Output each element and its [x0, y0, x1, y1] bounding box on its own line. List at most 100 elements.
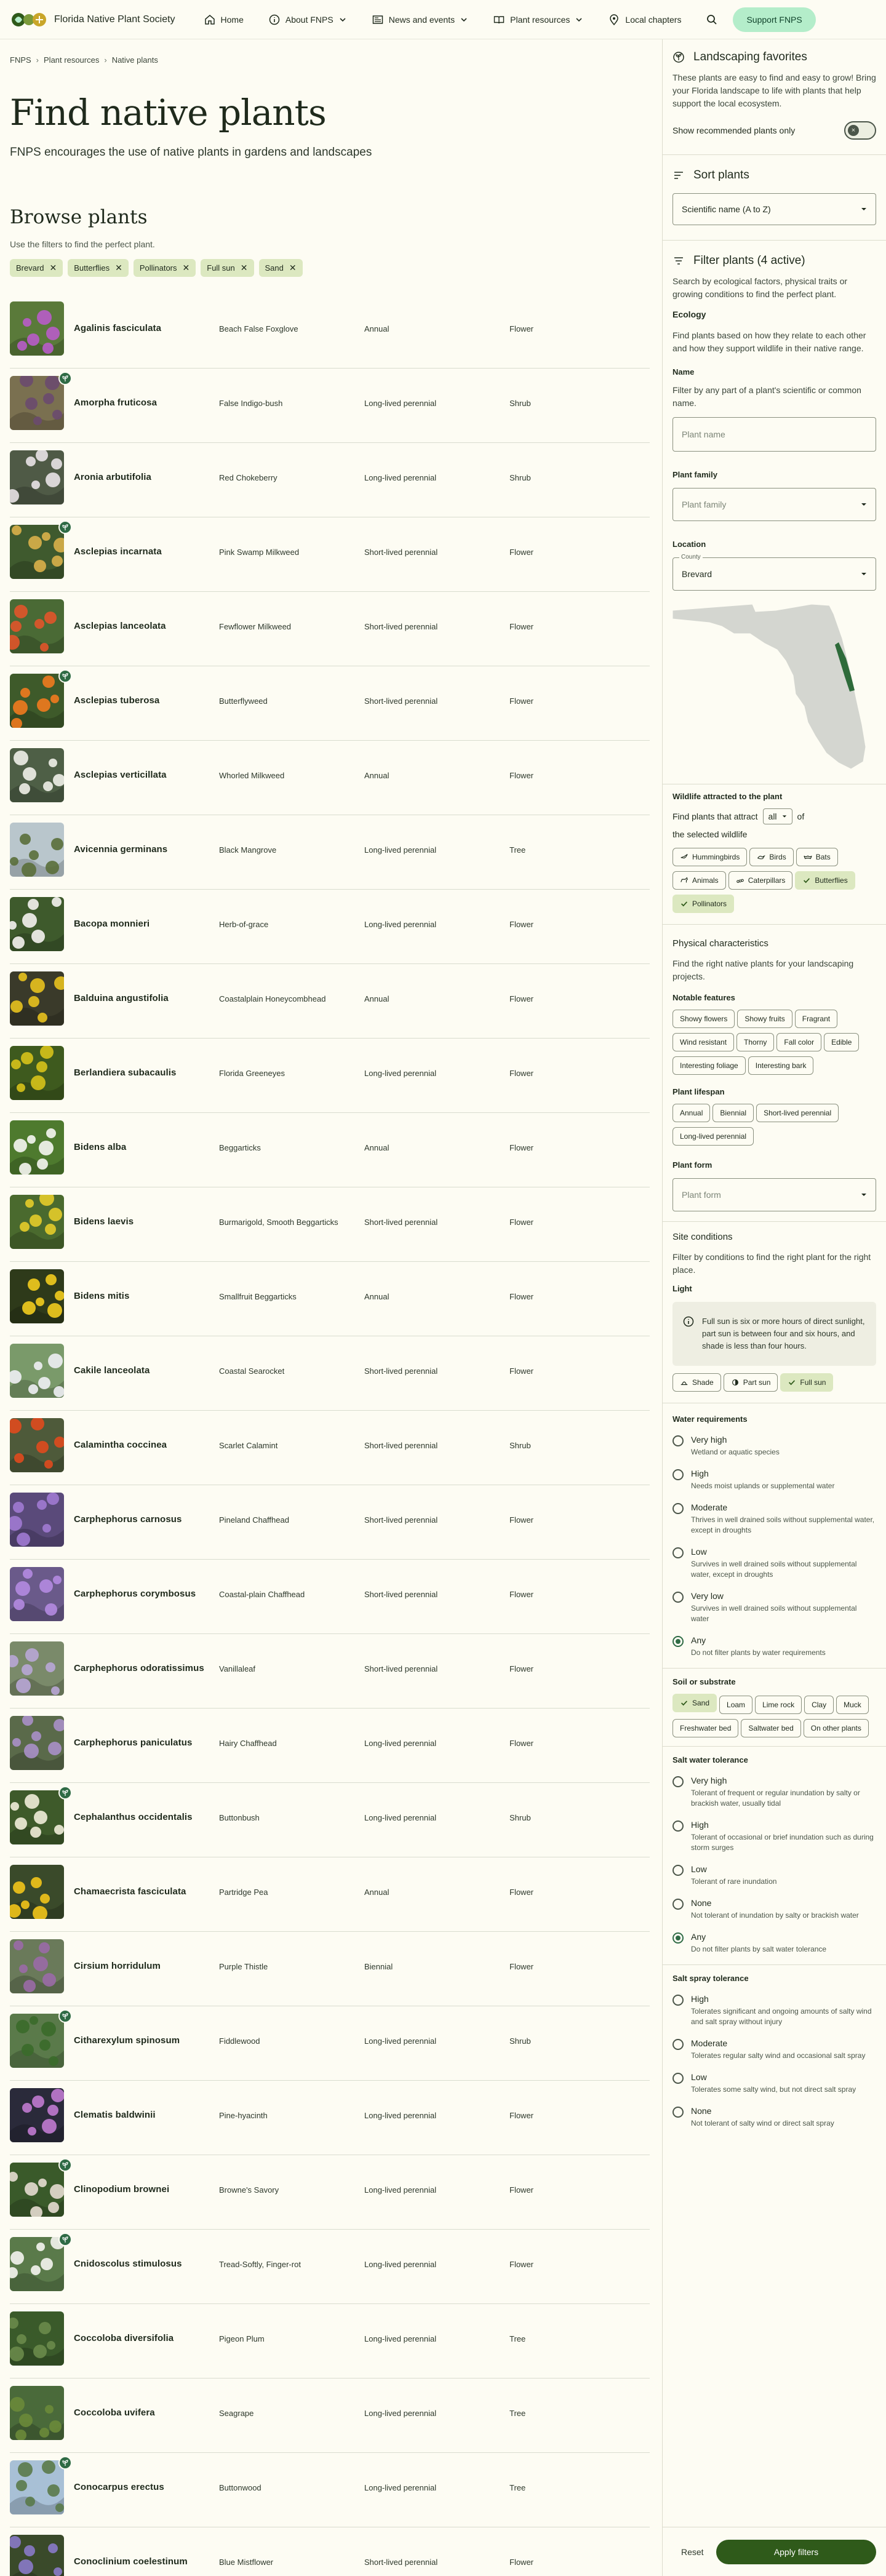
- nav-about[interactable]: About FNPS: [256, 0, 359, 39]
- plant-thumbnail[interactable]: [10, 376, 64, 430]
- soil-chip-loam[interactable]: Loam: [719, 1696, 753, 1714]
- lifespan-chip-long-lived-perennial[interactable]: Long-lived perennial: [672, 1127, 754, 1146]
- plant-scientific-name[interactable]: Bidens mitis: [74, 1291, 129, 1301]
- light-chip-part-sun[interactable]: Part sun: [723, 1373, 778, 1392]
- plant-thumbnail[interactable]: [10, 2460, 64, 2514]
- apply-filters-button[interactable]: Apply filters: [716, 2539, 876, 2564]
- soil-chip-lime-rock[interactable]: Lime rock: [755, 1696, 802, 1714]
- plant-scientific-name[interactable]: Chamaecrista fasciculata: [74, 1886, 186, 1897]
- plant-thumbnail[interactable]: [10, 450, 64, 504]
- plant-thumbnail[interactable]: [10, 823, 64, 877]
- salt-water-radio[interactable]: [672, 1776, 684, 1787]
- salt-spray-option[interactable]: Low Tolerates some salty wind, but not di…: [672, 2072, 876, 2095]
- plant-thumbnail[interactable]: [10, 525, 64, 579]
- wildlife-chip-animals[interactable]: Animals: [672, 871, 726, 890]
- plant-scientific-name[interactable]: Cakile lanceolata: [74, 1365, 150, 1376]
- plant-thumbnail[interactable]: [10, 2535, 64, 2576]
- close-icon[interactable]: ✕: [183, 263, 190, 273]
- active-filter-chip[interactable]: Brevard ✕: [10, 259, 63, 277]
- plant-family-select[interactable]: Plant family: [672, 488, 876, 521]
- plant-form-select[interactable]: Plant form: [672, 1178, 876, 1211]
- plant-scientific-name[interactable]: Balduina angustifolia: [74, 993, 169, 1003]
- feature-chip-wind-resistant[interactable]: Wind resistant: [672, 1033, 735, 1051]
- feature-chip-showy-fruits[interactable]: Showy fruits: [737, 1010, 792, 1028]
- table-row[interactable]: Clematis baldwinii Pine-hyacinth Long-live…: [10, 2081, 650, 2155]
- plant-scientific-name[interactable]: Agalinis fasciculata: [74, 323, 161, 333]
- salt-spray-option[interactable]: High Tolerates significant and ongoing am…: [672, 1994, 876, 2027]
- plant-thumbnail[interactable]: [10, 748, 64, 802]
- salt-water-option[interactable]: High Tolerant of occasional or brief inun…: [672, 1820, 876, 1853]
- table-row[interactable]: Agalinis fasciculata Beach False Foxglove…: [10, 294, 650, 369]
- plant-thumbnail[interactable]: [10, 1939, 64, 1993]
- water-radio[interactable]: [672, 1592, 684, 1603]
- plant-thumbnail[interactable]: [10, 971, 64, 1026]
- table-row[interactable]: Conocarpus erectus Buttonwood Long-lived p…: [10, 2453, 650, 2527]
- salt-water-radio[interactable]: [672, 1820, 684, 1832]
- table-row[interactable]: Conoclinium coelestinum Blue Mistflower Sh…: [10, 2527, 650, 2576]
- close-icon[interactable]: ✕: [289, 263, 297, 273]
- water-radio[interactable]: [672, 1469, 684, 1480]
- water-option[interactable]: Very high Wetland or aquatic species: [672, 1435, 876, 1457]
- table-row[interactable]: Carphephorus carnosus Pineland Chaffhead S…: [10, 1485, 650, 1560]
- plant-scientific-name[interactable]: Clematis baldwinii: [74, 2110, 156, 2120]
- table-row[interactable]: Bidens alba Beggarticks Annual Flower: [10, 1113, 650, 1187]
- plant-scientific-name[interactable]: Cnidoscolus stimulosus: [74, 2259, 182, 2269]
- table-row[interactable]: Cephalanthus occidentalis Buttonbush Long-…: [10, 1783, 650, 1857]
- water-option[interactable]: Any Do not filter plants by water require…: [672, 1635, 876, 1658]
- lifespan-chip-short-lived-perennial[interactable]: Short-lived perennial: [756, 1104, 839, 1122]
- water-option[interactable]: Very low Survives in well drained soils w…: [672, 1591, 876, 1624]
- salt-spray-option[interactable]: Moderate Tolerates regular salty wind and…: [672, 2038, 876, 2061]
- salt-water-radio[interactable]: [672, 1899, 684, 1910]
- table-row[interactable]: Berlandiera subacaulis Florida Greeneyes L…: [10, 1039, 650, 1113]
- plant-thumbnail[interactable]: [10, 1641, 64, 1696]
- close-icon[interactable]: ✕: [241, 263, 248, 273]
- search-button[interactable]: [700, 7, 724, 32]
- plant-thumbnail[interactable]: [10, 1418, 64, 1472]
- feature-chip-fragrant[interactable]: Fragrant: [794, 1010, 838, 1028]
- plant-thumbnail[interactable]: [10, 1865, 64, 1919]
- sort-select[interactable]: Scientific name (A to Z): [672, 193, 876, 225]
- plant-thumbnail[interactable]: [10, 2014, 64, 2068]
- feature-chip-fall-color[interactable]: Fall color: [776, 1033, 822, 1051]
- plant-scientific-name[interactable]: Asclepias lanceolata: [74, 621, 166, 631]
- soil-chip-freshwater-bed[interactable]: Freshwater bed: [672, 1719, 739, 1737]
- table-row[interactable]: Asclepias verticillata Whorled Milkweed An…: [10, 741, 650, 815]
- table-row[interactable]: Calamintha coccinea Scarlet Calamint Short…: [10, 1411, 650, 1485]
- nav-local-chapters[interactable]: Local chapters: [596, 0, 693, 39]
- active-filter-chip[interactable]: Butterflies ✕: [68, 259, 129, 277]
- plant-thumbnail[interactable]: [10, 1344, 64, 1398]
- water-option[interactable]: High Needs moist uplands or supplemental …: [672, 1469, 876, 1491]
- wildlife-chip-pollinators[interactable]: Pollinators: [672, 895, 735, 913]
- feature-chip-thorny[interactable]: Thorny: [736, 1033, 775, 1051]
- reset-button[interactable]: Reset: [672, 2547, 712, 2557]
- table-row[interactable]: Avicennia germinans Black Mangrove Long-li…: [10, 815, 650, 890]
- lifespan-chip-biennial[interactable]: Biennial: [712, 1104, 754, 1122]
- active-filter-chip[interactable]: Pollinators ✕: [133, 259, 196, 277]
- table-row[interactable]: Bidens mitis Smallfruit Beggarticks Annual…: [10, 1262, 650, 1336]
- plant-thumbnail[interactable]: [10, 1120, 64, 1174]
- light-chip-shade[interactable]: Shade: [672, 1373, 721, 1392]
- plant-scientific-name[interactable]: Citharexylum spinosum: [74, 2035, 180, 2046]
- plant-scientific-name[interactable]: Avicennia germinans: [74, 844, 167, 855]
- plant-thumbnail[interactable]: [10, 2386, 64, 2440]
- salt-water-option[interactable]: None Not tolerant of inundation by salty …: [672, 1898, 876, 1921]
- table-row[interactable]: Citharexylum spinosum Fiddlewood Long-live…: [10, 2006, 650, 2081]
- plant-thumbnail[interactable]: [10, 1195, 64, 1249]
- plant-scientific-name[interactable]: Berlandiera subacaulis: [74, 1067, 176, 1078]
- table-row[interactable]: Balduina angustifolia Coastalplain Honeyc…: [10, 964, 650, 1039]
- table-row[interactable]: Amorpha fruticosa False Indigo-bush Long-l…: [10, 369, 650, 443]
- plant-thumbnail[interactable]: [10, 2163, 64, 2217]
- wildlife-chip-hummingbirds[interactable]: Hummingbirds: [672, 848, 748, 866]
- feature-chip-edible[interactable]: Edible: [824, 1033, 860, 1051]
- soil-chip-sand[interactable]: Sand: [672, 1694, 717, 1712]
- nav-home[interactable]: Home: [191, 0, 256, 39]
- nav-news[interactable]: News and events: [359, 0, 481, 39]
- plant-scientific-name[interactable]: Conocarpus erectus: [74, 2482, 164, 2492]
- plant-thumbnail[interactable]: [10, 897, 64, 951]
- water-option[interactable]: Moderate Thrives in well drained soils wi…: [672, 1502, 876, 1536]
- table-row[interactable]: Cirsium horridulum Purple Thistle Biennial…: [10, 1932, 650, 2006]
- nav-plant-resources[interactable]: Plant resources: [481, 0, 596, 39]
- soil-chip-saltwater-bed[interactable]: Saltwater bed: [741, 1719, 801, 1737]
- plant-scientific-name[interactable]: Aronia arbutifolia: [74, 472, 151, 482]
- salt-spray-radio[interactable]: [672, 1995, 684, 2006]
